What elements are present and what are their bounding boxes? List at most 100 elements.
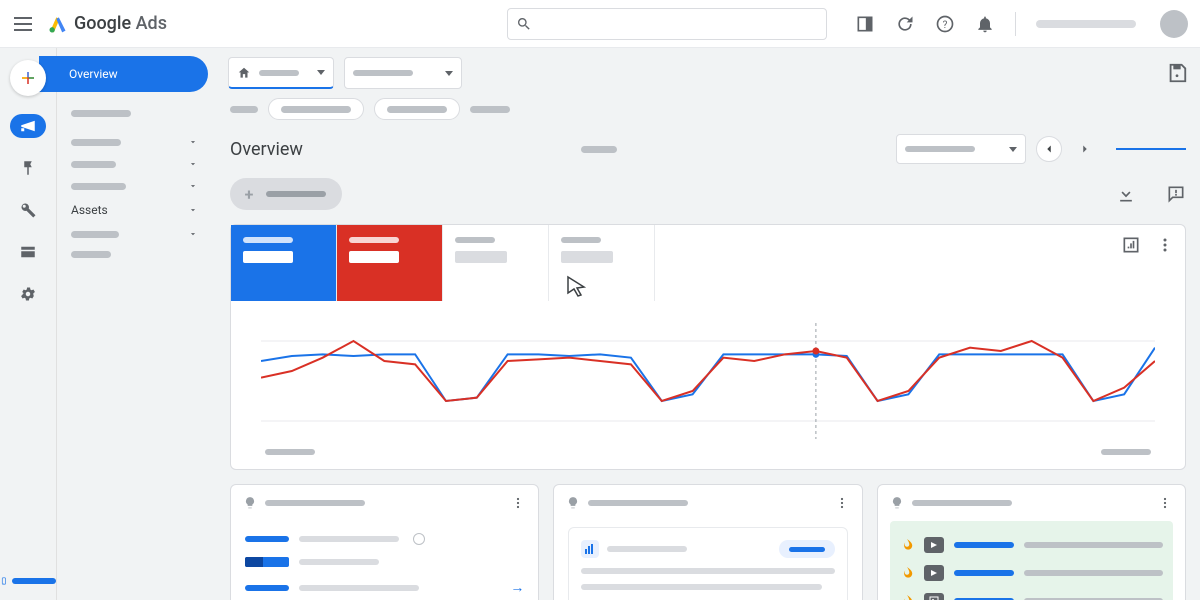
subnav-item[interactable]: [57, 104, 212, 123]
rail-footer[interactable]: [0, 574, 56, 588]
card-menu-icon[interactable]: [1157, 495, 1173, 511]
info-icon[interactable]: [413, 533, 425, 545]
metric-tabs: [231, 225, 1185, 301]
nav-admin-icon[interactable]: [10, 282, 46, 306]
line-chart: [261, 321, 1155, 441]
recommendations-card: → → →: [230, 484, 539, 600]
header-divider: [1015, 12, 1016, 36]
chevron-down-icon: [188, 159, 198, 169]
refresh-icon[interactable]: [895, 14, 915, 34]
filter-chip[interactable]: [374, 98, 460, 120]
metric-tab-4[interactable]: [549, 225, 655, 301]
home-icon: [237, 66, 251, 80]
search-input[interactable]: [507, 8, 827, 40]
action-row: +: [216, 178, 1200, 224]
nav-campaigns-icon[interactable]: [10, 114, 46, 138]
metric-tab-1[interactable]: [231, 225, 337, 301]
add-card-button[interactable]: +: [230, 178, 342, 210]
nav-billing-icon[interactable]: [10, 240, 46, 264]
create-button[interactable]: [10, 60, 46, 96]
summary-cards: → → →: [216, 484, 1200, 600]
plus-icon: +: [240, 185, 258, 203]
plus-icon: [19, 69, 37, 87]
subnav: Overview Assets: [56, 48, 212, 600]
asset-list: [890, 521, 1173, 600]
nav-rail: [0, 48, 56, 600]
expand-chart-icon[interactable]: [1121, 235, 1141, 255]
download-icon[interactable]: [1116, 184, 1136, 204]
header-actions: ?: [855, 14, 995, 34]
menu-icon[interactable]: [12, 12, 36, 36]
subnav-item-overview[interactable]: Overview: [39, 56, 208, 92]
scope-select[interactable]: [228, 57, 334, 89]
google-ads-logo-icon: [48, 14, 68, 34]
date-next-button[interactable]: [1072, 136, 1098, 162]
svg-text:?: ?: [943, 20, 948, 31]
subnav-item[interactable]: [57, 153, 212, 175]
title-row: Overview: [216, 130, 1200, 178]
chevron-down-icon: [188, 229, 198, 239]
filter-chips: [216, 98, 1200, 130]
list-item[interactable]: →: [245, 573, 524, 600]
fire-icon: [900, 566, 914, 580]
page-title: Overview: [230, 139, 303, 160]
asset-row[interactable]: [900, 587, 1163, 600]
chevron-down-icon: [188, 181, 198, 191]
reports-icon[interactable]: [855, 14, 875, 34]
insight-chart-icon: [581, 540, 599, 558]
card-menu-icon[interactable]: [510, 495, 526, 511]
card-menu-icon[interactable]: [1155, 235, 1175, 255]
image-icon: [924, 593, 944, 600]
metric-tab-3[interactable]: [443, 225, 549, 301]
date-range-select[interactable]: [896, 134, 1026, 164]
lightbulb-icon: [243, 496, 257, 510]
subnav-item[interactable]: [57, 175, 212, 197]
subnav-item[interactable]: [57, 131, 212, 153]
notifications-icon[interactable]: [975, 14, 995, 34]
filter-chip[interactable]: [268, 98, 364, 120]
asset-row[interactable]: [900, 559, 1163, 587]
performance-chart-card: [230, 224, 1186, 470]
account-link[interactable]: [1036, 20, 1136, 28]
search-icon: [516, 16, 532, 32]
fire-icon: [900, 538, 914, 552]
subnav-item[interactable]: [57, 245, 212, 264]
date-prev-button[interactable]: [1036, 136, 1062, 162]
main-content: Overview +: [212, 48, 1200, 600]
brand-text: Google Ads: [74, 13, 167, 34]
lightbulb-icon: [566, 496, 580, 510]
feedback-icon[interactable]: [1166, 184, 1186, 204]
lightbulb-icon: [890, 496, 904, 510]
help-icon[interactable]: ?: [935, 14, 955, 34]
save-view-icon[interactable]: [1166, 62, 1188, 84]
brand-logo[interactable]: Google Ads: [48, 13, 167, 34]
nav-tools-icon[interactable]: [10, 198, 46, 222]
nav-goals-icon[interactable]: [10, 156, 46, 180]
chart-x-labels: [261, 445, 1155, 455]
insights-card: [553, 484, 862, 600]
chevron-down-icon: [188, 205, 198, 215]
campaign-select[interactable]: [344, 57, 462, 89]
chevron-down-icon: [188, 137, 198, 147]
search-field[interactable]: [540, 16, 818, 31]
filter-label: [470, 106, 510, 113]
date-label: [581, 146, 617, 153]
user-avatar[interactable]: [1160, 10, 1188, 38]
video-icon: [924, 565, 944, 581]
arrow-right-icon: →: [510, 579, 524, 596]
chart-area[interactable]: [231, 301, 1185, 469]
subnav-item-assets[interactable]: Assets: [57, 197, 212, 223]
metric-tab-2[interactable]: [337, 225, 443, 301]
compare-indicator: [1116, 148, 1186, 150]
video-icon: [924, 537, 944, 553]
subnav-item[interactable]: [57, 223, 212, 245]
context-toolbar: [216, 48, 1200, 98]
insight-item[interactable]: [568, 527, 847, 600]
fire-icon: [900, 594, 914, 600]
card-menu-icon[interactable]: [834, 495, 850, 511]
asset-row[interactable]: [900, 531, 1163, 559]
list-item[interactable]: [245, 551, 524, 573]
list-item[interactable]: [245, 527, 524, 551]
assets-card: [877, 484, 1186, 600]
filter-label: [230, 106, 258, 113]
